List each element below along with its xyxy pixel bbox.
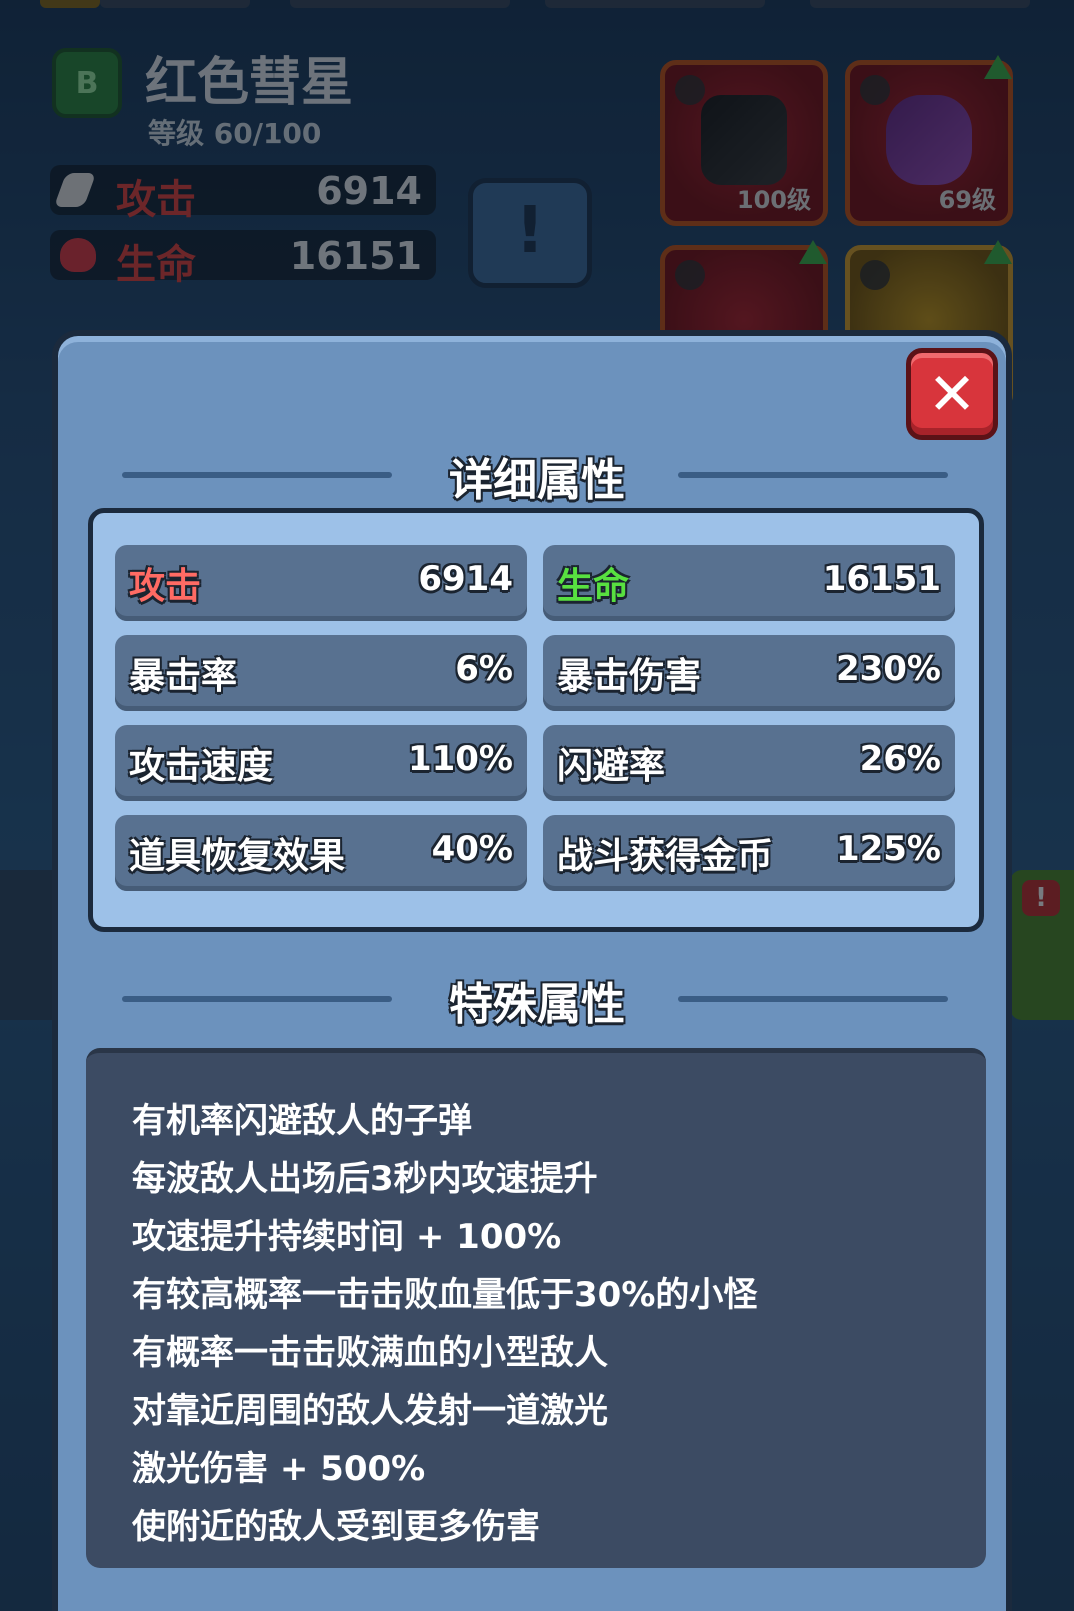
attack-stat-label: 攻击 bbox=[116, 177, 196, 223]
equipment-slot-weapon[interactable]: 100级 bbox=[660, 60, 828, 226]
attack-stat-value: 6914 bbox=[316, 169, 422, 213]
attribute-key: 战斗获得金币 bbox=[557, 836, 774, 877]
upgrade-arrow-icon bbox=[799, 240, 827, 264]
upgrade-arrow-icon bbox=[984, 55, 1012, 79]
attribute-cell-attack-speed: 攻击速度 110% bbox=[115, 725, 527, 801]
attribute-cell-crit-damage: 暴击伤害 230% bbox=[543, 635, 955, 711]
special-attribute-line: 对靠近周围的敌人发射一道激光 bbox=[132, 1391, 608, 1431]
attribute-key: 暴击率 bbox=[129, 656, 238, 697]
character-level: 等级 60/100 bbox=[148, 117, 322, 150]
upgrade-arrow-icon bbox=[984, 240, 1012, 264]
info-button[interactable]: ! bbox=[468, 178, 592, 288]
alert-badge: ! bbox=[1022, 880, 1060, 916]
special-attribute-line: 有机率闪避敌人的子弹 bbox=[132, 1101, 472, 1141]
equipment-level: 100级 bbox=[736, 186, 811, 214]
attack-stat-bar: 攻击 6914 bbox=[50, 165, 436, 223]
special-attributes-panel: 有机率闪避敌人的子弹 每波敌人出场后3秒内攻速提升 攻速提升持续时间 + 100… bbox=[86, 1048, 986, 1568]
detail-attributes-title: 详细属性 bbox=[449, 455, 625, 506]
special-attribute-line: 每波敌人出场后3秒内攻速提升 bbox=[132, 1159, 598, 1199]
attribute-key: 暴击伤害 bbox=[557, 656, 702, 697]
shield-slot-icon bbox=[860, 75, 890, 105]
attribute-key: 道具恢复效果 bbox=[129, 836, 346, 877]
health-stat-bar: 生命 16151 bbox=[50, 230, 436, 288]
gun-icon bbox=[701, 95, 787, 185]
attribute-key: 生命 bbox=[557, 566, 630, 607]
armor-icon bbox=[886, 95, 972, 185]
special-attribute-line: 使附近的敌人受到更多伤害 bbox=[132, 1507, 540, 1547]
rank-badge: B bbox=[52, 48, 122, 118]
attribute-cell-dodge-rate: 闪避率 26% bbox=[543, 725, 955, 801]
health-stat-label: 生命 bbox=[116, 242, 196, 288]
attribute-value: 110% bbox=[407, 739, 513, 779]
health-stat-value: 16151 bbox=[289, 234, 422, 278]
equipment-slot-armor[interactable]: 69级 bbox=[845, 55, 1013, 226]
attribute-value: 6% bbox=[455, 649, 513, 689]
attribute-value: 40% bbox=[431, 829, 513, 869]
bullet-icon bbox=[53, 173, 97, 207]
close-button[interactable]: ✕ bbox=[906, 348, 998, 440]
top-strip bbox=[0, 0, 1074, 10]
attribute-value: 16151 bbox=[822, 559, 941, 599]
attribute-key: 攻击 bbox=[129, 566, 202, 607]
close-icon: ✕ bbox=[927, 360, 977, 428]
attribute-value: 6914 bbox=[418, 559, 513, 599]
special-attribute-line: 攻速提升持续时间 + 100% bbox=[132, 1217, 562, 1257]
attribute-cell-battle-gold: 战斗获得金币 125% bbox=[543, 815, 955, 891]
bullet-slot-icon bbox=[675, 75, 705, 105]
slot-icon bbox=[675, 260, 705, 290]
special-attribute-line: 激光伤害 + 500% bbox=[132, 1449, 426, 1489]
attribute-cell-crit-rate: 暴击率 6% bbox=[115, 635, 527, 711]
attribute-cell-item-recovery: 道具恢复效果 40% bbox=[115, 815, 527, 891]
attribute-key: 闪避率 bbox=[557, 746, 666, 787]
slot-icon bbox=[860, 260, 890, 290]
attribute-cell-health: 生命 16151 bbox=[543, 545, 955, 621]
heart-icon bbox=[60, 238, 96, 272]
special-attributes-title: 特殊属性 bbox=[449, 979, 625, 1030]
attribute-key: 攻击速度 bbox=[129, 746, 274, 787]
character-name: 红色彗星 bbox=[145, 53, 354, 113]
attribute-value: 125% bbox=[835, 829, 941, 869]
attribute-value: 230% bbox=[835, 649, 941, 689]
attribute-cell-attack: 攻击 6914 bbox=[115, 545, 527, 621]
special-attribute-line: 有较高概率一击击败血量低于30%的小怪 bbox=[132, 1275, 758, 1315]
special-attribute-line: 有概率一击击败满血的小型敌人 bbox=[132, 1333, 608, 1373]
equipment-level: 69级 bbox=[938, 186, 996, 214]
top-icon bbox=[40, 0, 100, 8]
attribute-value: 26% bbox=[859, 739, 941, 779]
